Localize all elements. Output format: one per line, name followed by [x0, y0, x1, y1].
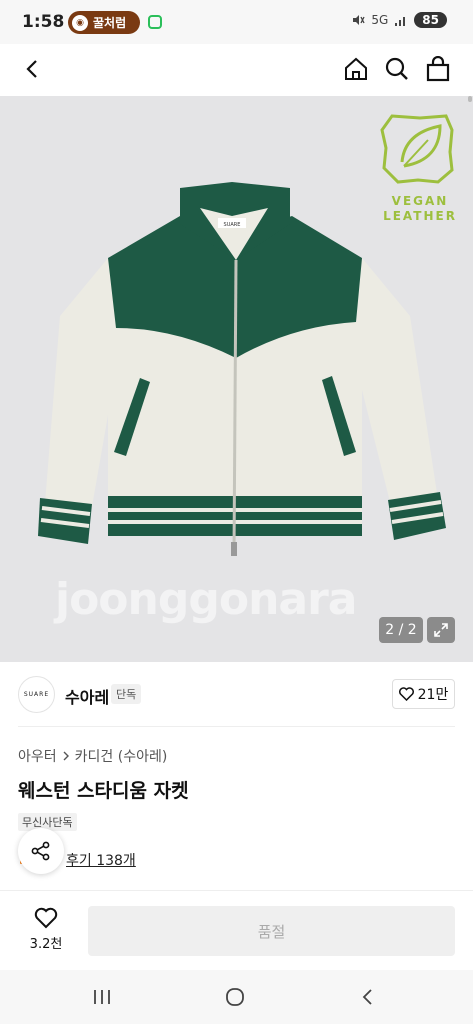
brand-name[interactable]: 수아레: [65, 684, 109, 708]
image-counter: 2 / 2: [379, 617, 423, 643]
leaf-icon: [380, 114, 454, 184]
expand-icon[interactable]: [427, 617, 455, 643]
battery-level: 85: [414, 12, 447, 28]
review-link[interactable]: 후기 138개: [66, 850, 136, 870]
app-notification-pill: ◉ 꿀처럼: [68, 11, 140, 34]
breadcrumb-item-cardigan[interactable]: 카디건 (수아레): [75, 746, 168, 766]
share-icon: [31, 841, 50, 861]
heart-icon: [34, 907, 58, 929]
network-type: 5G: [371, 13, 389, 27]
search-icon[interactable]: [382, 54, 412, 84]
brand-logo[interactable]: SUARE: [18, 676, 55, 713]
app-pill-label: 꿀처럼: [93, 16, 127, 30]
like-button[interactable]: 3.2천: [18, 907, 74, 957]
system-nav-bar: [0, 970, 473, 1024]
app-header: [0, 44, 473, 96]
back-icon[interactable]: [18, 54, 48, 84]
chevron-right-icon: [63, 751, 69, 761]
brand-exclusive-badge: 단독: [111, 684, 142, 704]
home-button-icon[interactable]: [215, 982, 255, 1012]
record-icon: ◉: [72, 14, 88, 31]
breadcrumb-item-outer[interactable]: 아우터: [18, 746, 57, 766]
brand-like-button[interactable]: 21만: [392, 679, 455, 709]
status-indicators: 5G 85: [351, 12, 447, 28]
soldout-button[interactable]: 품절: [88, 906, 455, 956]
breadcrumb: 아우터 카디건 (수아레): [18, 746, 167, 766]
heart-icon: [398, 687, 414, 701]
recent-apps-icon[interactable]: [82, 982, 122, 1012]
status-time: 1:58: [22, 12, 65, 32]
bottom-action-bar: 3.2천 품절: [0, 890, 473, 970]
cart-icon[interactable]: [423, 54, 453, 84]
back-nav-icon[interactable]: [348, 982, 388, 1012]
vegan-badge-top: VEGAN: [392, 194, 449, 208]
notification-icon: [148, 15, 162, 29]
jacket-label-text: SUARE: [224, 222, 241, 228]
vegan-badge-bottom: LEATHER: [383, 209, 457, 223]
status-bar: 1:58 ◉ 꿀처럼 5G 85: [0, 0, 473, 44]
divider: [18, 726, 455, 727]
page-scrollbar[interactable]: [468, 96, 472, 102]
share-button[interactable]: [18, 828, 64, 874]
home-icon[interactable]: [341, 54, 371, 84]
product-title: 웨스턴 스타디움 자켓: [18, 780, 189, 802]
mute-icon: [353, 15, 365, 25]
watermark: joonggonara: [55, 574, 357, 625]
brand-like-count: 21만: [417, 687, 449, 703]
signal-icon: [395, 17, 406, 26]
like-count: 3.2천: [29, 937, 63, 952]
product-image[interactable]: VEGAN LEATHER SUARE joonggonara: [0, 96, 473, 662]
brand-row: SUARE 수아레 단독 21만: [0, 668, 473, 724]
